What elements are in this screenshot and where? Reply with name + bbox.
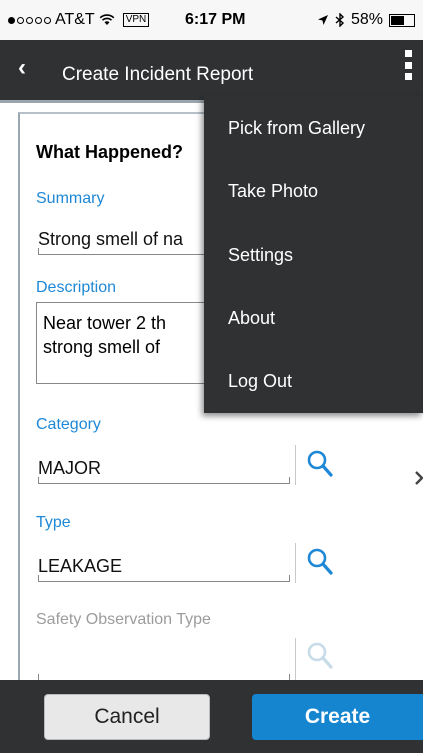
battery-icon (389, 13, 415, 27)
type-input[interactable]: LEAKAGE (38, 556, 290, 582)
category-divider (295, 445, 296, 485)
category-label: Category (36, 416, 101, 433)
menu-item-take-photo[interactable]: Take Photo (228, 181, 318, 202)
battery-percent: 58% (350, 11, 383, 28)
menu-item-about[interactable]: About (228, 308, 275, 329)
app-bar: ‹ Create Incident Report (0, 40, 423, 103)
vpn-badge: VPN (122, 13, 150, 27)
safety-observation-type-label: Safety Observation Type (36, 611, 211, 628)
description-textarea[interactable]: Near tower 2 th strong smell of (36, 302, 206, 384)
summary-label: Summary (36, 190, 105, 207)
carrier-name: AT&T (55, 11, 95, 28)
safety-divider (295, 638, 296, 680)
battery-fill (391, 15, 404, 25)
type-label: Type (36, 514, 71, 531)
signal-strength-icon (8, 16, 51, 24)
create-button[interactable]: Create (252, 694, 423, 740)
wifi-icon (99, 14, 115, 25)
safety-observation-type-input[interactable] (38, 654, 290, 680)
page-title: Create Incident Report (62, 64, 254, 85)
status-right: 58% (317, 11, 415, 29)
type-divider (295, 543, 296, 583)
menu-item-log-out[interactable]: Log Out (228, 371, 292, 392)
status-bar: AT&T VPN 6:17 PM 58% (0, 0, 423, 40)
menu-item-pick-from-gallery[interactable]: Pick from Gallery (228, 118, 365, 139)
chevron-right-icon[interactable] (414, 470, 423, 486)
type-search-icon[interactable] (306, 546, 334, 580)
bluetooth-icon (335, 13, 344, 27)
category-search-icon[interactable] (306, 448, 334, 482)
category-input[interactable]: MAJOR (38, 458, 290, 484)
cancel-button[interactable]: Cancel (44, 694, 210, 740)
location-arrow-icon (317, 15, 328, 25)
status-time: 6:17 PM (185, 11, 246, 28)
section-heading: What Happened? (36, 142, 183, 162)
overflow-menu-icon[interactable] (402, 50, 414, 80)
status-left: AT&T VPN (8, 11, 150, 29)
summary-input[interactable]: Strong smell of na (38, 229, 208, 255)
description-line: strong smell of (43, 337, 161, 357)
back-chevron-icon[interactable]: ‹ (18, 54, 26, 82)
menu-item-settings[interactable]: Settings (228, 245, 293, 266)
description-line: Near tower 2 th (43, 313, 167, 333)
description-label: Description (36, 279, 117, 296)
safety-search-icon[interactable] (306, 640, 334, 674)
